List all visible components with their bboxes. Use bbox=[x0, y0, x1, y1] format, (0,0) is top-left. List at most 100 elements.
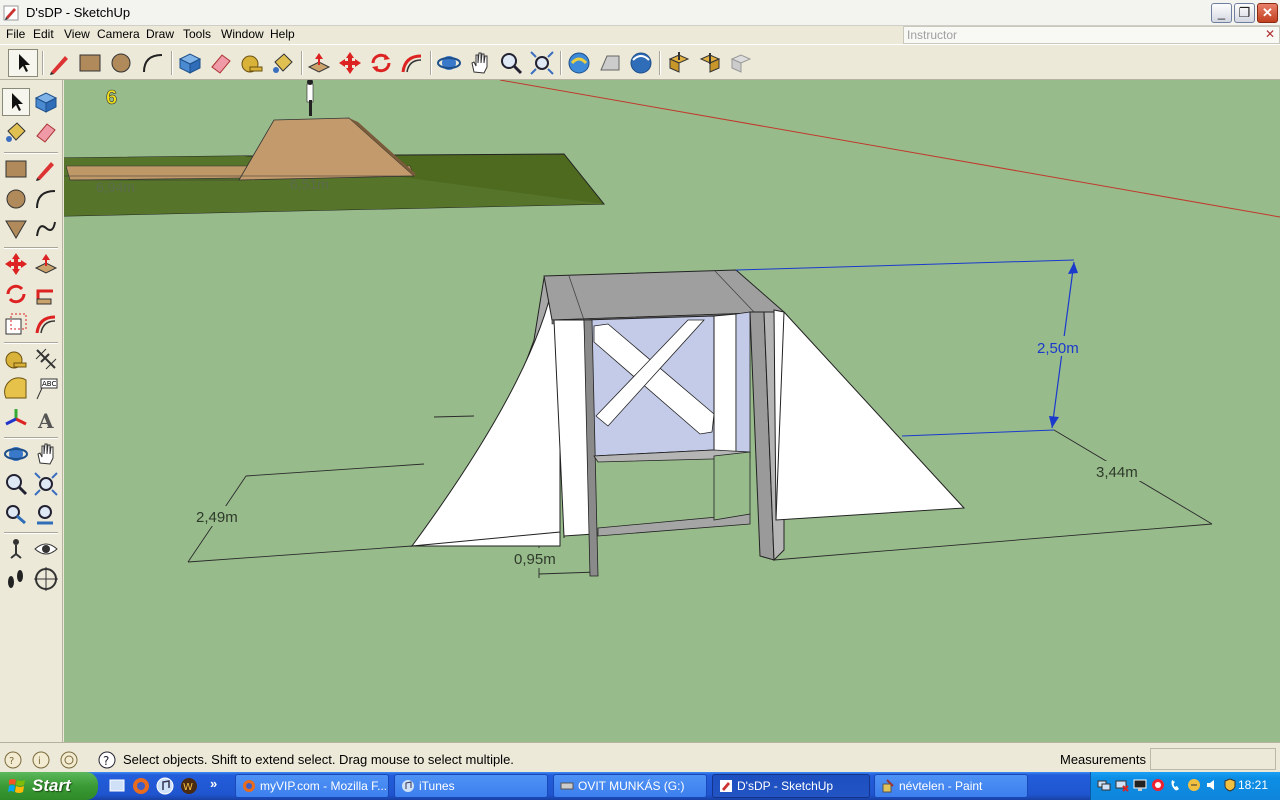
task-firefox[interactable]: myVIP.com - Mozilla F... bbox=[235, 774, 389, 798]
menu-draw[interactable]: Draw bbox=[146, 27, 174, 41]
look-around-icon[interactable] bbox=[33, 536, 59, 562]
wow-icon[interactable]: W bbox=[180, 777, 198, 795]
menu-edit[interactable]: Edit bbox=[33, 27, 54, 41]
paint-bucket-icon[interactable] bbox=[3, 119, 29, 145]
network-disconnected-icon[interactable] bbox=[1115, 778, 1129, 792]
pan-icon[interactable] bbox=[33, 441, 59, 467]
share-model-icon[interactable] bbox=[697, 50, 723, 76]
itunes-icon bbox=[402, 780, 414, 792]
zoom-icon[interactable] bbox=[498, 50, 524, 76]
task-explorer-drive[interactable]: OVIT MUNKÁS (G:) bbox=[553, 774, 707, 798]
offset-icon[interactable] bbox=[33, 311, 59, 337]
menu-view[interactable]: View bbox=[64, 27, 90, 41]
volume-icon[interactable] bbox=[1205, 778, 1219, 792]
pan-icon[interactable] bbox=[467, 50, 493, 76]
show-desktop-icon[interactable] bbox=[108, 777, 126, 795]
task-itunes[interactable]: iTunes bbox=[394, 774, 548, 798]
dimension-icon[interactable] bbox=[33, 346, 59, 372]
orbit-icon[interactable] bbox=[436, 50, 462, 76]
follow-me-icon[interactable] bbox=[33, 281, 59, 307]
protractor-icon[interactable] bbox=[3, 376, 29, 402]
svg-text:W: W bbox=[183, 782, 193, 793]
toolbar-separator bbox=[4, 247, 58, 249]
instructor-panel[interactable]: Instructor ✕ bbox=[903, 26, 1280, 44]
menu-camera[interactable]: Camera bbox=[97, 27, 140, 41]
get-models-icon[interactable] bbox=[628, 50, 654, 76]
close-button[interactable]: ✕ bbox=[1257, 3, 1278, 23]
restore-button[interactable]: ❐ bbox=[1234, 3, 1255, 23]
arc-icon[interactable] bbox=[33, 186, 59, 212]
text-icon[interactable]: ABC bbox=[33, 376, 59, 402]
circle-icon[interactable] bbox=[108, 50, 134, 76]
arc-icon[interactable] bbox=[140, 50, 166, 76]
zoom-extents-icon[interactable] bbox=[33, 501, 59, 527]
polygon-icon[interactable] bbox=[3, 216, 29, 242]
line-icon[interactable] bbox=[33, 156, 59, 182]
help-icon[interactable]: ? bbox=[98, 751, 116, 769]
license-icon[interactable] bbox=[60, 751, 78, 769]
previous-view-icon[interactable] bbox=[566, 50, 592, 76]
previous-icon[interactable] bbox=[3, 501, 29, 527]
walk-icon[interactable] bbox=[3, 566, 29, 592]
zoom-icon[interactable] bbox=[3, 471, 29, 497]
quick-launch-more[interactable]: » bbox=[210, 776, 217, 791]
circle-icon[interactable] bbox=[3, 186, 29, 212]
paint-bucket-icon[interactable] bbox=[270, 50, 296, 76]
itunes-icon[interactable] bbox=[156, 777, 174, 795]
follow-me-icon[interactable] bbox=[399, 50, 425, 76]
extension-icon[interactable] bbox=[728, 50, 754, 76]
menu-window[interactable]: Window bbox=[221, 27, 264, 41]
rectangle-icon[interactable] bbox=[77, 50, 103, 76]
eraser-icon[interactable] bbox=[33, 119, 59, 145]
make-component-icon[interactable] bbox=[33, 89, 59, 115]
menu-file[interactable]: File bbox=[6, 27, 25, 41]
section-plane-icon[interactable] bbox=[33, 566, 59, 592]
menu-tools[interactable]: Tools bbox=[183, 27, 211, 41]
network-icon[interactable] bbox=[1097, 778, 1111, 792]
drawing-viewport[interactable]: 6,94m 6,51m 6 2,50m 3,44m 2,49m 0,95m bbox=[64, 80, 1280, 742]
import-icon[interactable] bbox=[666, 50, 692, 76]
axes-icon[interactable] bbox=[3, 406, 29, 432]
push-pull-icon[interactable] bbox=[306, 50, 332, 76]
move-icon[interactable] bbox=[337, 50, 363, 76]
security-icon[interactable] bbox=[1223, 778, 1237, 792]
make-component-icon[interactable] bbox=[177, 50, 203, 76]
select-icon[interactable] bbox=[3, 89, 29, 115]
task-sketchup[interactable]: D'sDP - SketchUp bbox=[712, 774, 870, 798]
tape-measure-icon[interactable] bbox=[239, 50, 265, 76]
monitor-icon[interactable] bbox=[1133, 778, 1147, 792]
firefox-icon[interactable] bbox=[132, 777, 150, 795]
phone-icon[interactable] bbox=[1169, 778, 1183, 792]
rotate-icon[interactable] bbox=[368, 50, 394, 76]
task-paint[interactable]: névtelen - Paint bbox=[874, 774, 1028, 798]
position-camera-icon[interactable] bbox=[3, 536, 29, 562]
instructor-close-icon[interactable]: ✕ bbox=[1265, 27, 1275, 41]
minimize-button[interactable]: _ bbox=[1211, 3, 1232, 23]
next-view-icon[interactable] bbox=[597, 50, 623, 76]
tape-measure-icon[interactable] bbox=[3, 346, 29, 372]
status-bar: ? i ? Select objects. Shift to extend se… bbox=[0, 742, 1280, 772]
measurements-input[interactable] bbox=[1150, 748, 1276, 770]
select-icon[interactable] bbox=[10, 50, 36, 76]
push-pull-icon[interactable] bbox=[33, 251, 59, 277]
orbit-icon[interactable] bbox=[3, 441, 29, 467]
antivirus-icon[interactable] bbox=[1151, 778, 1165, 792]
eraser-icon[interactable] bbox=[208, 50, 234, 76]
credits-icon[interactable]: i bbox=[32, 751, 50, 769]
move-icon[interactable] bbox=[3, 251, 29, 277]
connection-icon[interactable] bbox=[1187, 778, 1201, 792]
menu-help[interactable]: Help bbox=[270, 27, 295, 41]
rotate-icon[interactable] bbox=[3, 281, 29, 307]
zoom-extents-icon[interactable] bbox=[529, 50, 555, 76]
clock[interactable]: 18:21 bbox=[1238, 778, 1268, 792]
dimension-label-width-left: 2,49m bbox=[196, 509, 238, 526]
rectangle-icon[interactable] bbox=[3, 156, 29, 182]
scale-icon[interactable] bbox=[3, 311, 29, 337]
geo-location-icon[interactable]: ? bbox=[4, 751, 22, 769]
zoom-window-icon[interactable] bbox=[33, 471, 59, 497]
start-button[interactable]: Start bbox=[0, 772, 98, 800]
height-guide-top bbox=[735, 259, 1075, 271]
pencil-icon[interactable] bbox=[47, 50, 73, 76]
freehand-icon[interactable] bbox=[33, 216, 59, 242]
3d-text-icon[interactable]: A bbox=[33, 406, 59, 433]
